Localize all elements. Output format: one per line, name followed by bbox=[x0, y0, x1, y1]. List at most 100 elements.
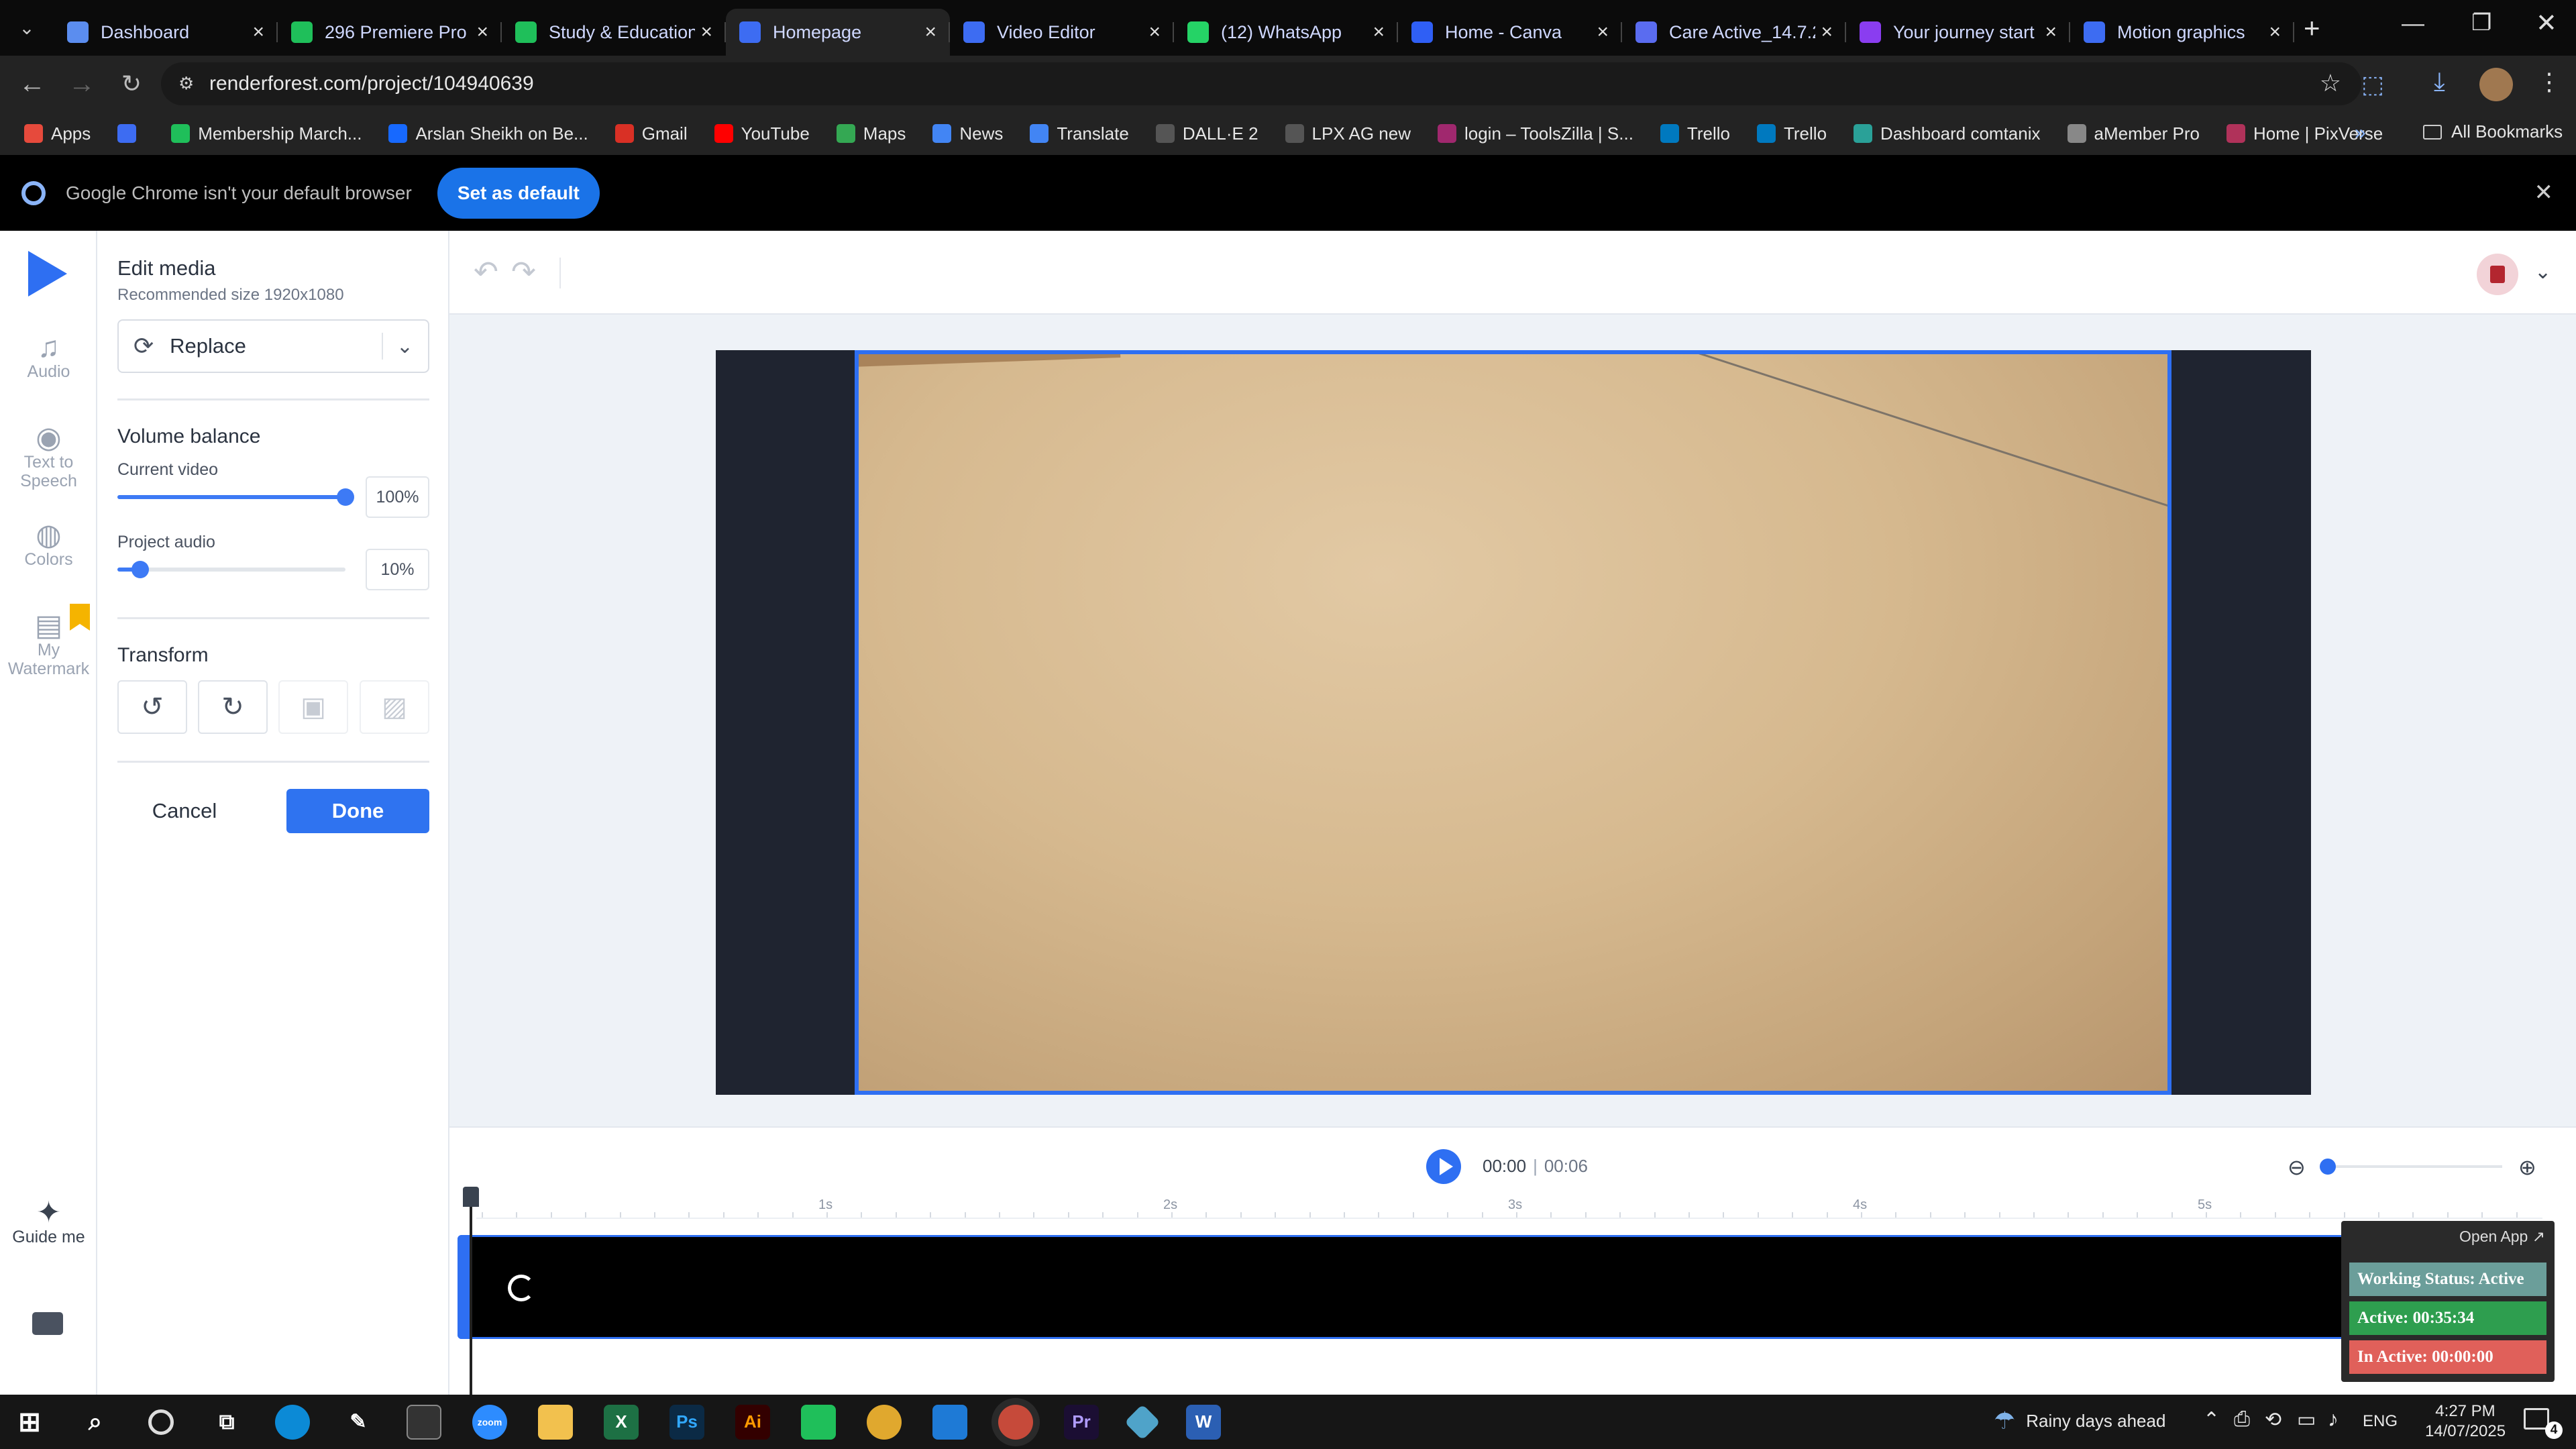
redo-icon[interactable]: ↷ bbox=[511, 255, 536, 289]
back-arrow-icon[interactable]: ← bbox=[15, 66, 50, 101]
close-tab-icon[interactable]: × bbox=[476, 21, 488, 44]
photoshop-icon[interactable]: Ps bbox=[669, 1404, 704, 1440]
rotate-left-icon[interactable]: ↺ bbox=[117, 680, 187, 734]
premiere-icon[interactable]: Pr bbox=[1064, 1404, 1099, 1440]
close-window-button[interactable]: ✕ bbox=[2536, 8, 2557, 38]
windows-start-icon[interactable]: ⊞ bbox=[12, 1405, 47, 1440]
close-tab-icon[interactable]: × bbox=[1148, 21, 1161, 44]
chrome-icon[interactable] bbox=[867, 1404, 902, 1440]
chrome-active-icon[interactable] bbox=[998, 1404, 1033, 1440]
bookmark-item[interactable]: Dashboard comtanix bbox=[1854, 123, 2041, 144]
zoom-slider-knob[interactable] bbox=[2320, 1159, 2336, 1175]
bookmark-item[interactable] bbox=[117, 124, 144, 143]
account-chevron-icon[interactable]: ⌄ bbox=[2534, 260, 2551, 284]
forward-arrow-icon[interactable]: → bbox=[64, 66, 99, 101]
current-video-slider-knob[interactable] bbox=[337, 488, 354, 506]
fill-image-icon[interactable]: ▨ bbox=[360, 680, 429, 734]
site-info-icon[interactable]: ⚙ bbox=[178, 73, 194, 94]
zoom-in-icon[interactable]: ⊕ bbox=[2518, 1155, 2536, 1180]
all-bookmarks[interactable]: All Bookmarks bbox=[2423, 121, 2563, 142]
language-indicator[interactable]: ENG bbox=[2363, 1412, 2398, 1431]
browser-tab[interactable]: Care Active_14.7.2 × bbox=[1622, 9, 1846, 56]
close-tab-icon[interactable]: × bbox=[1821, 21, 1833, 44]
browser-tab[interactable]: Study & Education × bbox=[502, 9, 726, 56]
bookmark-item[interactable]: Translate bbox=[1030, 123, 1129, 144]
bookmark-item[interactable]: login – ToolsZilla | S... bbox=[1437, 123, 1633, 144]
project-audio-value[interactable]: 10% bbox=[366, 549, 429, 590]
current-video-value[interactable]: 100% bbox=[366, 476, 429, 518]
url-field[interactable]: ⚙ renderforest.com/project/104940639 ☆ bbox=[161, 62, 2361, 105]
bookmark-item[interactable]: Trello bbox=[1660, 123, 1730, 144]
menu-dots-icon[interactable]: ⋮ bbox=[2537, 68, 2561, 96]
word-icon[interactable]: W bbox=[1186, 1404, 1221, 1440]
extensions-icon[interactable]: ⬚ bbox=[2361, 70, 2384, 99]
bookmark-item[interactable]: Membership March... bbox=[171, 123, 362, 144]
close-tab-icon[interactable]: × bbox=[2269, 21, 2281, 44]
vscode-icon[interactable] bbox=[932, 1404, 967, 1440]
browser-tab[interactable]: Your journey start × bbox=[1846, 9, 2070, 56]
clock[interactable]: 4:27 PM 14/07/2025 bbox=[2415, 1401, 2516, 1442]
playhead-handle[interactable] bbox=[463, 1187, 479, 1207]
task-view-icon[interactable]: ⧉ bbox=[209, 1405, 244, 1440]
track-handle[interactable] bbox=[458, 1235, 470, 1339]
browser-tab[interactable]: Video Editor × bbox=[950, 9, 1174, 56]
bookmark-item[interactable]: DALL·E 2 bbox=[1155, 123, 1258, 144]
tray-chevron-icon[interactable]: ⌃ bbox=[2203, 1408, 2220, 1432]
bookmark-star-icon[interactable]: ☆ bbox=[2320, 69, 2341, 97]
download-icon[interactable]: ⤓ bbox=[2434, 68, 2445, 97]
keyboard-shortcuts-icon[interactable] bbox=[32, 1312, 63, 1335]
minimize-button[interactable]: — bbox=[2402, 11, 2424, 37]
profile-avatar[interactable] bbox=[2479, 68, 2513, 101]
file-explorer-icon[interactable] bbox=[538, 1404, 573, 1440]
cortana-icon[interactable] bbox=[148, 1409, 174, 1435]
bookmark-item[interactable]: News bbox=[932, 123, 1003, 144]
browser-tab[interactable]: Motion graphics × bbox=[2070, 9, 2294, 56]
bookmark-item[interactable]: Apps bbox=[24, 123, 91, 144]
cancel-button[interactable]: Cancel bbox=[117, 789, 252, 833]
close-tab-icon[interactable]: × bbox=[1597, 21, 1609, 44]
tray-app-icon[interactable]: ⎙ bbox=[2234, 1408, 2250, 1431]
close-infobar-icon[interactable]: ✕ bbox=[2534, 179, 2554, 206]
rail-item[interactable]: ♫ Audio bbox=[0, 333, 97, 382]
renderforest-logo-icon[interactable] bbox=[28, 251, 67, 297]
sheets-app-icon[interactable] bbox=[801, 1404, 836, 1440]
playhead[interactable] bbox=[463, 1187, 479, 1401]
browser-tab[interactable]: Home - Canva × bbox=[1398, 9, 1622, 56]
close-tab-icon[interactable]: × bbox=[924, 21, 936, 44]
chevron-down-icon[interactable]: ⌄ bbox=[396, 335, 413, 358]
current-video-slider[interactable] bbox=[117, 488, 354, 506]
project-audio-slider-knob[interactable] bbox=[131, 561, 149, 578]
network-icon[interactable]: ▭ bbox=[2297, 1408, 2316, 1432]
zoom-out-icon[interactable]: ⊖ bbox=[2288, 1155, 2306, 1180]
project-audio-slider[interactable] bbox=[117, 561, 345, 578]
open-app-link[interactable]: Open App ↗ bbox=[2459, 1228, 2545, 1246]
undo-icon[interactable]: ↶ bbox=[474, 255, 498, 289]
set-default-button[interactable]: Set as default bbox=[437, 167, 600, 219]
bookmark-item[interactable]: YouTube bbox=[714, 123, 810, 144]
illustrator-icon[interactable]: Ai bbox=[735, 1404, 770, 1440]
bookmark-item[interactable]: LPX AG new bbox=[1285, 123, 1411, 144]
zoom-slider[interactable] bbox=[2320, 1159, 2502, 1175]
bookmark-item[interactable]: Arslan Sheikh on Be... bbox=[388, 123, 588, 144]
tab-search-icon[interactable]: ⌄ bbox=[0, 17, 54, 39]
rail-item[interactable]: ◉ Text to Speech bbox=[0, 423, 97, 491]
more-bookmarks-icon[interactable]: » bbox=[2355, 121, 2366, 144]
bookmark-item[interactable]: Trello bbox=[1756, 123, 1827, 144]
diamond-app-icon[interactable] bbox=[1124, 1403, 1161, 1440]
rail-item[interactable]: ◍ Colors bbox=[0, 521, 97, 570]
bookmark-item[interactable]: Gmail bbox=[614, 123, 688, 144]
restore-button[interactable]: ❐ bbox=[2471, 9, 2491, 36]
search-icon[interactable]: ⌕ bbox=[78, 1405, 113, 1440]
browser-tab[interactable]: Dashboard × bbox=[54, 9, 278, 56]
browser-tab[interactable]: Homepage × bbox=[726, 9, 950, 56]
reload-icon[interactable]: ↻ bbox=[114, 66, 149, 101]
volume-icon[interactable]: ♪ bbox=[2328, 1407, 2339, 1432]
tray-sync-icon[interactable]: ⟲ bbox=[2265, 1408, 2282, 1432]
done-button[interactable]: Done bbox=[286, 789, 429, 833]
guide-me-button[interactable]: ✦ Guide me bbox=[0, 1198, 97, 1247]
bookmark-item[interactable]: aMember Pro bbox=[2067, 123, 2200, 144]
browser-tab[interactable]: (12) WhatsApp × bbox=[1174, 9, 1398, 56]
edge-icon[interactable] bbox=[275, 1404, 310, 1440]
zoom-icon[interactable]: zoom bbox=[472, 1404, 507, 1440]
close-tab-icon[interactable]: × bbox=[700, 21, 712, 44]
